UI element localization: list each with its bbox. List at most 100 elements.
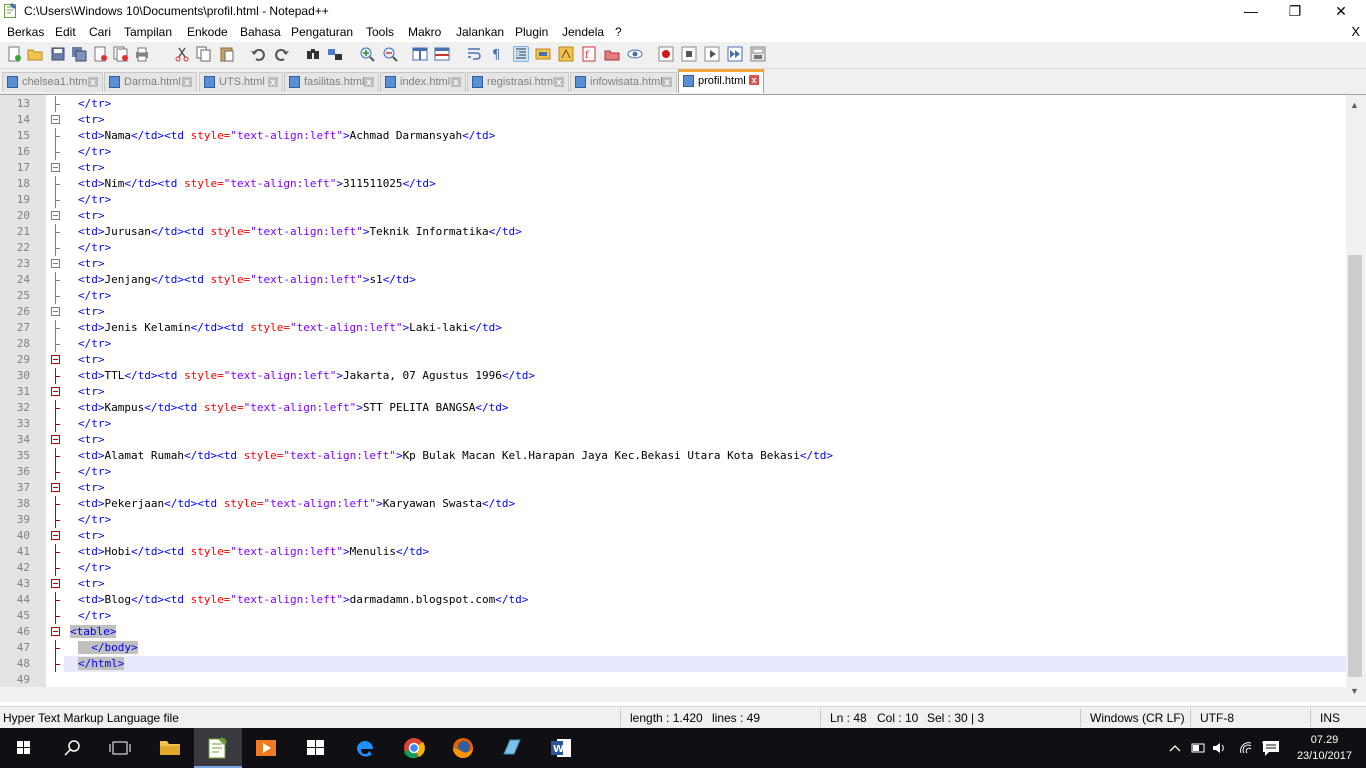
fold-toggle-icon[interactable] [51,259,60,268]
folder-as-workspace-icon[interactable] [604,46,620,62]
editor-line[interactable]: 40 <tr> [0,528,1346,544]
tab-profil-html[interactable]: profil.html x [678,69,764,93]
find-icon[interactable] [305,46,321,62]
editor-line[interactable]: 27 <td>Jenis Kelamin</td><td style="text-… [0,320,1346,336]
editor-line[interactable]: 30 <td>TTL</td><td style="text-align:left… [0,368,1346,384]
fold-toggle-icon[interactable] [51,435,60,444]
cut-icon[interactable] [174,46,190,62]
fold-toggle-icon[interactable] [51,387,60,396]
redo-icon[interactable] [274,46,290,62]
open-file-icon[interactable] [27,46,43,62]
editor-line[interactable]: 32 <td>Kampus</td><td style="text-align:l… [0,400,1346,416]
task-view-button[interactable] [96,728,144,768]
editor-line[interactable]: 44 <td>Blog</td><td style="text-align:lef… [0,592,1346,608]
undo-icon[interactable] [250,46,266,62]
scroll-up-icon[interactable]: ▲ [1350,100,1359,110]
sync-horizontal-icon[interactable] [434,46,450,62]
editor-line[interactable]: 36 </tr> [0,464,1346,480]
save-icon[interactable] [50,46,66,62]
tab-index-html[interactable]: index.html x [380,72,466,92]
document-map-icon[interactable] [558,46,574,62]
fold-toggle-icon[interactable] [51,483,60,492]
editor-line[interactable]: 39 </tr> [0,512,1346,528]
monitoring-icon[interactable] [627,46,643,62]
editor-line[interactable]: 37 <tr> [0,480,1346,496]
editor-line[interactable]: 18 <td>Nim</td><td style="text-align:left… [0,176,1346,192]
vertical-scrollbar[interactable]: ▲ ▼ [1346,95,1366,702]
editor-line[interactable]: 41 <td>Hobi</td><td style="text-align:lef… [0,544,1346,560]
editor-line[interactable]: 29 <tr> [0,352,1346,368]
fold-toggle-icon[interactable] [51,211,60,220]
save-all-icon[interactable] [71,46,87,62]
tab-close-icon[interactable]: x [749,75,759,85]
tab-close-icon[interactable]: x [182,77,192,87]
menu-enkode[interactable]: Enkode [187,25,228,39]
horizontal-scrollbar[interactable] [0,687,1346,702]
taskbar-firefox[interactable] [439,728,487,768]
editor-line[interactable]: 47 </body> [0,640,1346,656]
menu-help[interactable]: ? [615,25,622,39]
close-all-icon[interactable] [113,46,129,62]
editor-line[interactable]: 34 <tr> [0,432,1346,448]
fold-toggle-icon[interactable] [51,355,60,364]
tab-close-icon[interactable]: x [662,77,672,87]
paste-icon[interactable] [219,46,235,62]
editor-line[interactable]: 25 </tr> [0,288,1346,304]
record-macro-icon[interactable] [658,46,674,62]
menu-pengaturan[interactable]: Pengaturan [291,25,353,39]
show-all-characters-icon[interactable]: ¶ [489,46,505,62]
save-macro-icon[interactable] [750,46,766,62]
start-button[interactable] [0,728,48,768]
taskbar-file-explorer[interactable] [146,728,194,768]
tab-close-icon[interactable]: x [451,77,461,87]
tab-infowisata-html[interactable]: infowisata.html x [570,72,677,92]
fold-toggle-icon[interactable] [51,307,60,316]
editor-line[interactable]: 35 <td>Alamat Rumah</td><td style="text-a… [0,448,1346,464]
stop-recording-icon[interactable] [681,46,697,62]
search-button[interactable] [48,728,96,768]
menu-edit[interactable]: Edit [55,25,76,39]
editor-line[interactable]: 43 <tr> [0,576,1346,592]
maximize-button[interactable]: ❐ [1272,0,1318,22]
fold-toggle-icon[interactable] [51,627,60,636]
menu-bahasa[interactable]: Bahasa [240,25,281,39]
taskbar-clock[interactable]: 07.29 23/10/2017 [1297,732,1352,764]
minimize-button[interactable]: — [1228,0,1274,22]
taskbar-word[interactable]: W [537,728,585,768]
editor-line[interactable]: 17 <tr> [0,160,1346,176]
sync-vertical-icon[interactable] [412,46,428,62]
taskbar-edge[interactable] [341,728,389,768]
tab-darma-html[interactable]: Darma.html x [104,72,197,92]
menu-berkas[interactable]: Berkas [7,25,44,39]
editor-line[interactable]: 46 <table> [0,624,1346,640]
tab-close-icon[interactable]: x [268,77,278,87]
menu-makro[interactable]: Makro [408,25,441,39]
editor-line[interactable]: 19 </tr> [0,192,1346,208]
action-center-button[interactable] [1258,728,1284,768]
close-document-button[interactable]: X [1351,24,1360,39]
tab-registrasi-html[interactable]: registrasi.html x [467,72,569,92]
menu-jendela[interactable]: Jendela [562,25,604,39]
editor-line[interactable]: 13 </tr> [0,96,1346,112]
user-defined-language-icon[interactable] [535,46,551,62]
indent-guide-icon[interactable] [513,46,529,62]
editor-line[interactable]: 33 </tr> [0,416,1346,432]
run-macro-multiple-icon[interactable] [727,46,743,62]
menu-jalankan[interactable]: Jalankan [456,25,504,39]
editor-line[interactable]: 20 <tr> [0,208,1346,224]
tab-chelsea1-html[interactable]: chelsea1.html x [2,72,103,92]
editor-line[interactable]: 31 <tr> [0,384,1346,400]
taskbar-sublime[interactable] [488,728,536,768]
menu-plugin[interactable]: Plugin [515,25,548,39]
taskbar-notepad-plus-plus[interactable] [194,728,242,768]
tab-close-icon[interactable]: x [554,77,564,87]
menu-tampilan[interactable]: Tampilan [124,25,172,39]
fold-toggle-icon[interactable] [51,531,60,540]
close-file-icon[interactable] [92,46,108,62]
replace-icon[interactable] [327,46,343,62]
tab-uts-html[interactable]: UTS.html x [199,72,283,92]
function-list-icon[interactable]: f [581,46,597,62]
menu-tools[interactable]: Tools [366,25,394,39]
fold-toggle-icon[interactable] [51,163,60,172]
editor-line[interactable]: 23 <tr> [0,256,1346,272]
